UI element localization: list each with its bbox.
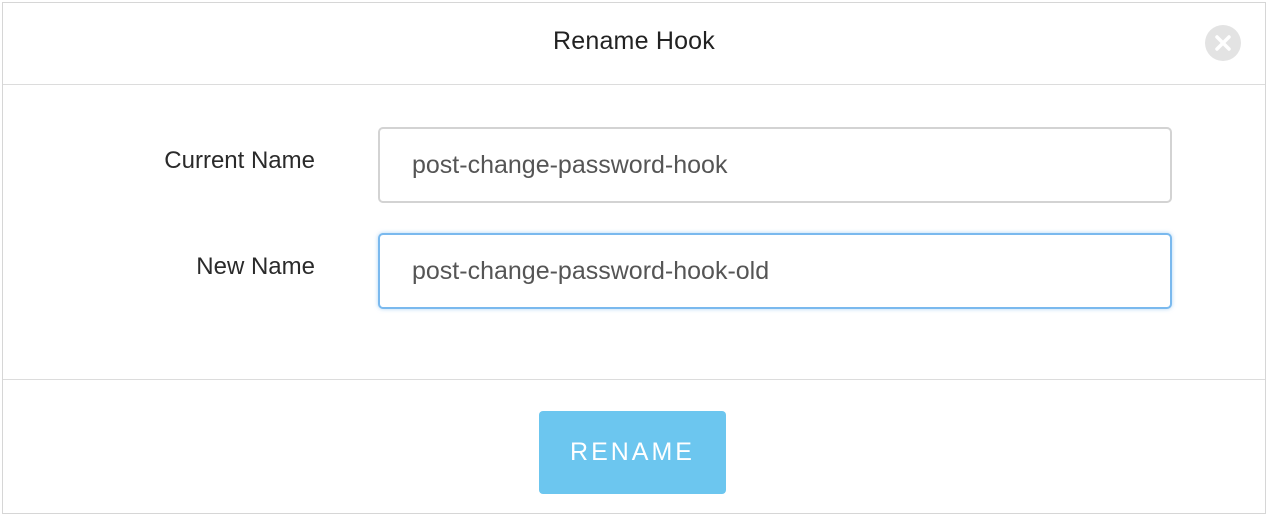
rename-button[interactable]: RENAME: [539, 411, 726, 494]
close-icon: [1215, 35, 1231, 51]
rename-hook-dialog: Rename Hook Current Name New Name RENAME: [2, 2, 1266, 514]
current-name-input[interactable]: [378, 127, 1172, 203]
new-name-input[interactable]: [378, 233, 1172, 309]
new-name-label: New Name: [196, 253, 315, 280]
current-name-label: Current Name: [164, 147, 315, 174]
dialog-title: Rename Hook: [552, 27, 715, 55]
dialog-footer: RENAME: [3, 379, 1265, 513]
dialog-body: Current Name New Name: [3, 85, 1265, 379]
close-button[interactable]: [1205, 25, 1241, 61]
dialog-header: Rename Hook: [3, 3, 1265, 85]
